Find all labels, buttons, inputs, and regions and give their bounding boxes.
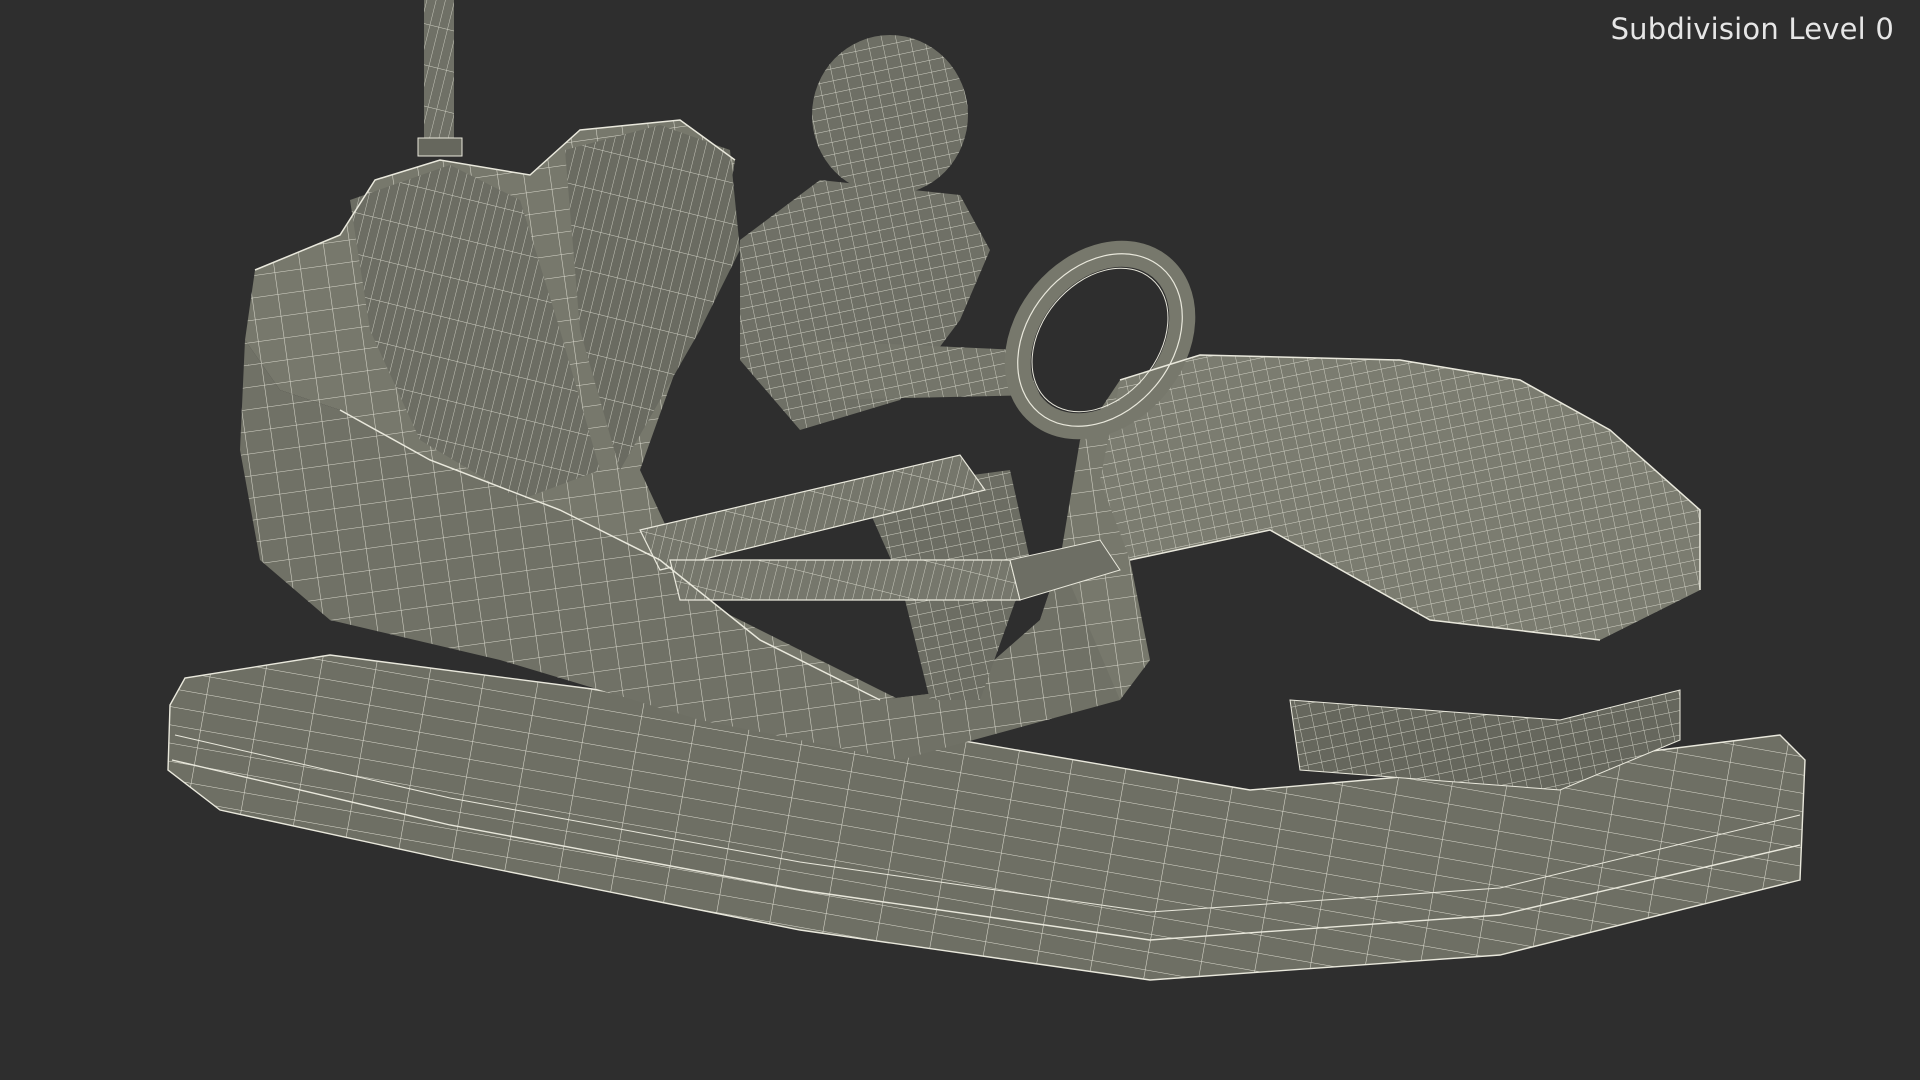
render-viewport: Subdivision Level 0 [0,0,1920,1080]
antenna-pole [417,0,463,157]
wireframe-render [167,0,1806,981]
subdivision-level-label: Subdivision Level 0 [1610,12,1894,46]
